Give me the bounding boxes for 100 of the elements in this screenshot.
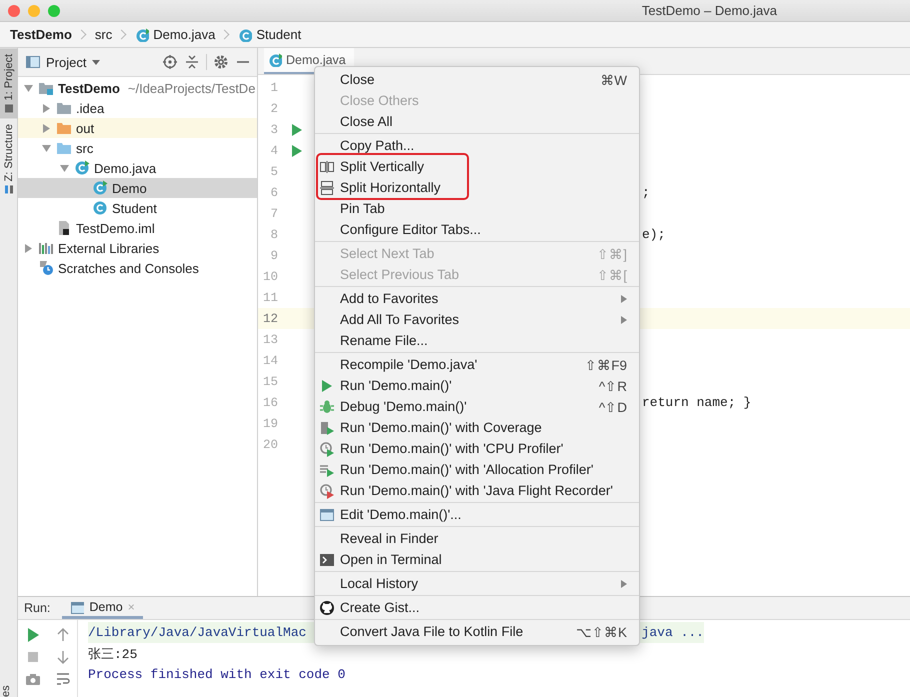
library-icon (38, 240, 54, 256)
line-number: 16 (262, 396, 278, 410)
view-selector[interactable]: Project (26, 54, 100, 70)
code-text: return name; } (642, 395, 752, 410)
java-class-icon (92, 200, 108, 216)
menu-item[interactable]: Run 'Demo.main()' ^⇧R (315, 375, 639, 396)
terminal-icon (319, 552, 335, 568)
menu-item[interactable]: Local History (315, 573, 639, 594)
menu-item[interactable]: Run 'Demo.main()' with 'CPU Profiler' (315, 438, 639, 459)
menu-item[interactable]: Edit 'Demo.main()'... (315, 504, 639, 525)
breadcrumb[interactable]: src (94, 27, 112, 42)
line-number: 15 (262, 374, 278, 388)
menu-item[interactable]: Run 'Demo.main()' with 'Allocation Profiler' (315, 459, 639, 480)
menu-item[interactable]: Close All (315, 111, 639, 132)
java-class-icon (92, 180, 108, 196)
up-arrow-icon[interactable] (55, 627, 71, 643)
bug-icon (319, 398, 335, 414)
caret-icon (92, 60, 100, 64)
run-label: Run: (24, 600, 50, 617)
tree-item[interactable]: TestDemo ~/IdeaProjects/TestDe (18, 78, 257, 98)
submenu-arrow-icon (621, 580, 627, 588)
tree-item[interactable]: Demo (18, 178, 257, 198)
menu-item[interactable]: Copy Path... (315, 135, 639, 156)
line-number: 3 (269, 122, 278, 136)
line-number: 8 (269, 228, 278, 242)
scratch-clock-icon (38, 260, 54, 276)
settings-icon[interactable] (213, 54, 229, 70)
coverage-run-icon (319, 420, 335, 436)
expanded-arrow-icon[interactable] (60, 164, 68, 172)
tree-item[interactable]: Scratches and Consoles (18, 258, 257, 278)
console-line: 张三:25 (88, 646, 138, 664)
github-icon (319, 600, 335, 616)
submenu-arrow-icon (621, 316, 627, 324)
line-number: 11 (262, 290, 278, 304)
line-number: 14 (262, 354, 278, 368)
window-title: TestDemo – Demo.java (642, 3, 777, 18)
java-class-icon (74, 160, 90, 176)
line-number: 6 (269, 186, 278, 200)
code-text: ; (642, 185, 650, 200)
menu-item[interactable]: Add All To Favorites (315, 309, 639, 330)
menu-item[interactable]: Open in Terminal (315, 549, 639, 570)
menu-item[interactable]: Convert Java File to Kotlin File ⌥⇧⌘K (315, 621, 639, 642)
split-horizontal-icon (319, 180, 335, 196)
expanded-arrow-icon[interactable] (42, 144, 50, 152)
tree-item[interactable]: Demo.java (18, 158, 257, 178)
line-number: 9 (269, 248, 278, 262)
java-class-icon (268, 53, 282, 67)
menu-item[interactable]: Rename File... (315, 330, 639, 351)
line-number: 4 (269, 144, 278, 158)
locate-icon[interactable] (162, 54, 178, 70)
menu-item[interactable]: Recompile 'Demo.java' ⇧⌘F9 (315, 354, 639, 375)
collapsed-arrow-icon[interactable] (42, 104, 50, 112)
close-window-button[interactable] (8, 4, 20, 16)
tree-item[interactable]: src (18, 138, 257, 158)
stop-icon[interactable] (25, 649, 41, 665)
panel-icon (26, 55, 40, 69)
line-number: 19 (262, 416, 278, 430)
breadcrumb[interactable]: Demo.java (135, 27, 216, 42)
menu-item[interactable]: Add to Favorites (315, 288, 639, 309)
collapsed-arrow-icon[interactable] (42, 124, 50, 132)
rerun-icon[interactable] (25, 627, 41, 643)
menu-item[interactable]: Create Gist... (315, 597, 639, 618)
menu-item[interactable]: Reveal in Finder (315, 528, 639, 549)
code-text: e); (642, 227, 666, 242)
menu-item[interactable]: Pin Tab (315, 198, 639, 219)
menu-item[interactable]: Debug 'Demo.main()' ^⇧D (315, 396, 639, 417)
split-vertical-icon (319, 158, 335, 174)
profiler-run-icon (319, 440, 335, 456)
menu-item[interactable]: Configure Editor Tabs... (315, 219, 639, 240)
tool-window-tab[interactable]: Z: Structure (0, 118, 18, 200)
tree-item[interactable]: External Libraries (18, 238, 257, 258)
tool-window-tab[interactable]: 1: Project (0, 48, 18, 118)
collapsed-arrow-icon[interactable] (24, 244, 32, 252)
console-text: /Library/Java/JavaVirtualMac (88, 625, 306, 640)
run-icon[interactable] (292, 144, 302, 156)
collapse-all-icon[interactable] (184, 54, 200, 70)
java-class-icon (135, 28, 150, 42)
breadcrumb[interactable]: TestDemo (10, 27, 72, 42)
zoom-window-button[interactable] (48, 4, 60, 16)
module-folder-icon (38, 80, 54, 96)
tree-item[interactable]: .idea (18, 98, 257, 118)
tree-item[interactable]: out (18, 118, 257, 138)
breadcrumb[interactable]: Student (238, 27, 302, 42)
run-tab[interactable]: Demo × (62, 597, 143, 619)
tree-item[interactable]: TestDemo.iml (18, 218, 257, 238)
file-icon (56, 220, 72, 236)
window-icon (319, 506, 335, 522)
menu-item[interactable]: Run 'Demo.main()' with 'Java Flight Recorder' (315, 480, 639, 501)
soft-wrap-icon[interactable] (55, 671, 71, 687)
camera-icon[interactable] (25, 671, 41, 687)
line-number: 2 (269, 102, 278, 116)
console-line: Process finished with exit code 0 (88, 666, 346, 684)
menu-item[interactable]: Run 'Demo.main()' with Coverage (315, 417, 639, 438)
expanded-arrow-icon[interactable] (24, 84, 32, 92)
tree-item[interactable]: Student (18, 198, 257, 218)
window-icon (70, 600, 84, 614)
line-number: 5 (269, 164, 278, 178)
line-number: 20 (262, 438, 278, 452)
run-icon[interactable] (292, 124, 302, 136)
down-arrow-icon[interactable] (55, 649, 71, 665)
